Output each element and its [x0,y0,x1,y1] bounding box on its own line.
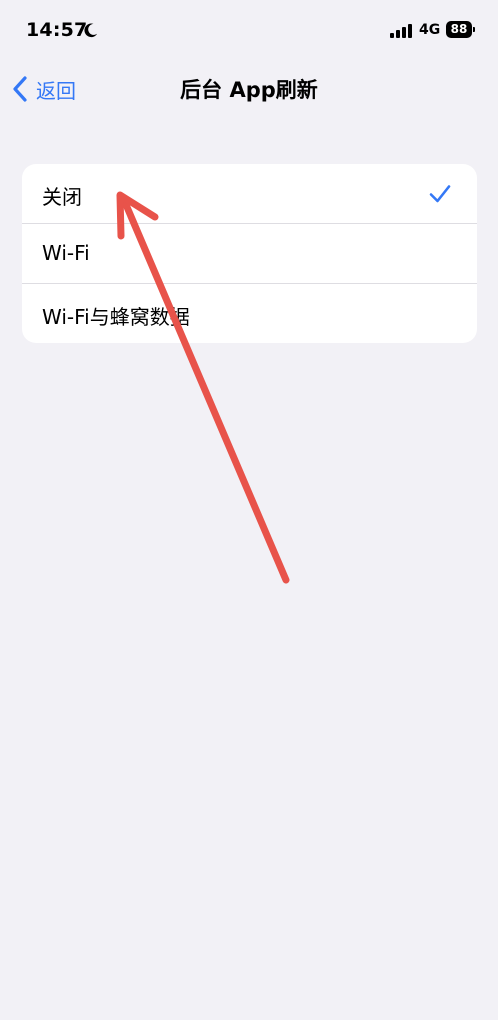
battery-level: 88 [446,21,472,38]
refresh-options-list: 关闭 Wi-Fi Wi-Fi与蜂窝数据 [22,164,477,343]
option-label: Wi-Fi与蜂窝数据 [42,305,190,329]
option-off[interactable]: 关闭 [22,164,477,223]
checkmark-icon [429,185,451,203]
battery-indicator: 88 [446,21,475,38]
moon-icon [84,23,98,38]
option-label: Wi-Fi [42,241,90,265]
battery-tip [473,27,475,32]
status-time: 14:57 [26,19,88,41]
option-label: 关闭 [42,185,82,209]
option-wifi-and-cellular[interactable]: Wi-Fi与蜂窝数据 [22,283,477,343]
status-bar: 14:57 4G 88 [0,0,498,60]
navigation-bar: 返回 后台 App刷新 [0,62,498,116]
page-title: 后台 App刷新 [180,78,318,102]
network-type: 4G [419,22,441,38]
annotation-arrow [116,191,290,584]
cellular-signal-icon [390,24,412,38]
option-wifi[interactable]: Wi-Fi [22,223,477,283]
